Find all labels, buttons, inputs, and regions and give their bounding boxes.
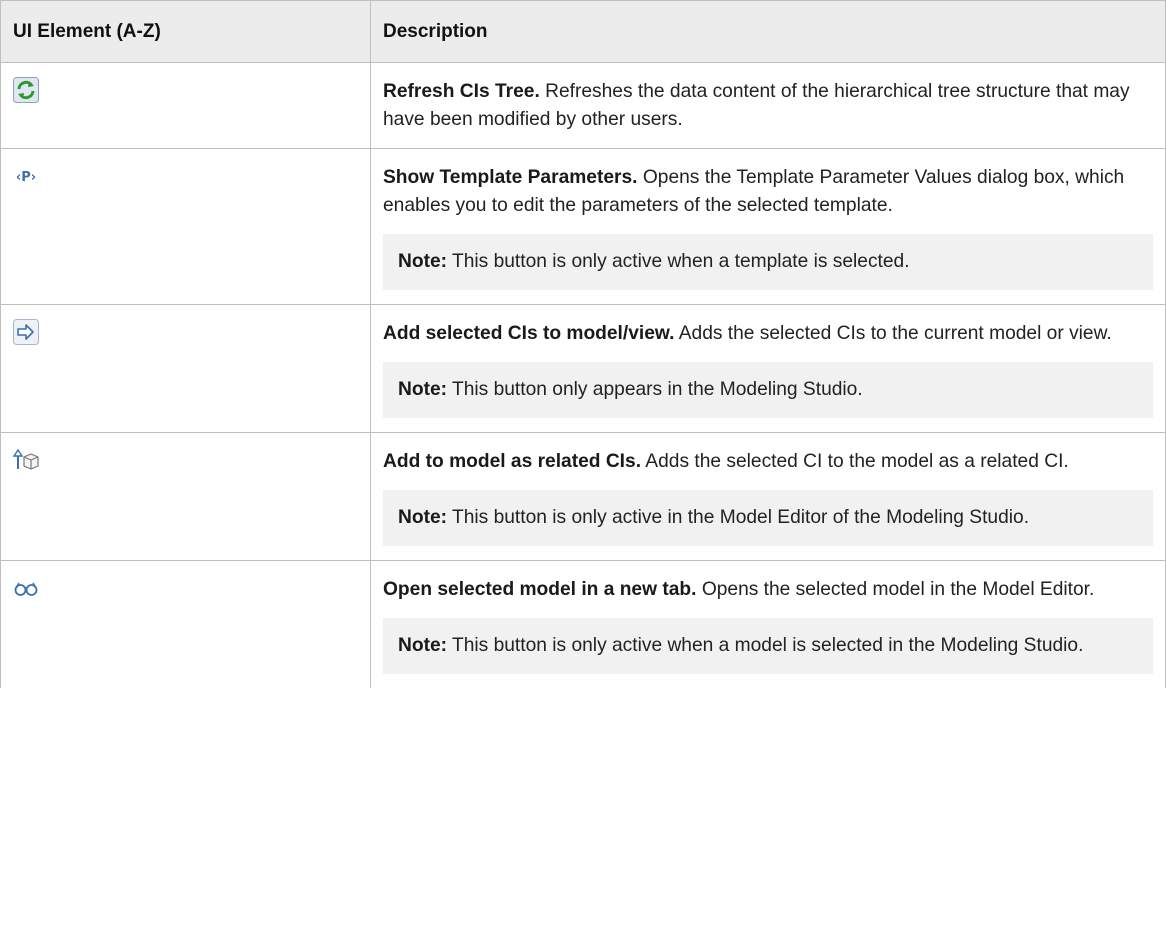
- description-text: Show Template Parameters. Opens the Temp…: [383, 164, 1153, 220]
- note-box: Note: This button is only active when a …: [383, 234, 1153, 290]
- glasses-icon[interactable]: [13, 575, 39, 601]
- description-cell: Show Template Parameters. Opens the Temp…: [370, 148, 1166, 305]
- note-text: This button is only active in the Model …: [447, 507, 1030, 528]
- icon-cell: [0, 62, 371, 149]
- description-cell: Open selected model in a new tab. Opens …: [370, 560, 1166, 688]
- table-row: Add to model as related CIs. Adds the se…: [0, 432, 1166, 561]
- description-text: Add selected CIs to model/view. Adds the…: [383, 320, 1153, 348]
- note-label: Note:: [398, 507, 448, 528]
- template-parameters-icon[interactable]: ‹P›: [13, 163, 39, 189]
- refresh-icon[interactable]: [13, 77, 39, 103]
- description-text: Add to model as related CIs. Adds the se…: [383, 448, 1153, 476]
- table-row: Refresh CIs Tree. Refreshes the data con…: [0, 62, 1166, 149]
- description-cell: Refresh CIs Tree. Refreshes the data con…: [370, 62, 1166, 149]
- note-label: Note:: [398, 635, 448, 656]
- note-box: Note: This button is only active when a …: [383, 618, 1153, 674]
- ui-elements-table: UI Element (A-Z) Description Refresh CIs…: [0, 0, 1166, 688]
- icon-cell: [0, 560, 371, 688]
- svg-text:‹P›: ‹P›: [16, 170, 36, 185]
- column-header-ui-element: UI Element (A-Z): [0, 0, 371, 63]
- icon-cell: [0, 432, 371, 561]
- note-text: This button only appears in the Modeling…: [447, 379, 863, 400]
- description-body: Adds the selected CIs to the current mod…: [674, 323, 1112, 344]
- icon-cell: ‹P›: [0, 148, 371, 305]
- note-box: Note: This button is only active in the …: [383, 490, 1153, 546]
- description-cell: Add to model as related CIs. Adds the se…: [370, 432, 1166, 561]
- description-text: Open selected model in a new tab. Opens …: [383, 576, 1153, 604]
- add-related-ci-icon[interactable]: [13, 447, 39, 473]
- description-body: Adds the selected CI to the model as a r…: [641, 451, 1069, 472]
- table-row: Add selected CIs to model/view. Adds the…: [0, 304, 1166, 433]
- note-text: This button is only active when a model …: [447, 635, 1084, 656]
- note-box: Note: This button only appears in the Mo…: [383, 362, 1153, 418]
- description-title: Add selected CIs to model/view.: [383, 323, 675, 344]
- description-title: Add to model as related CIs.: [383, 451, 642, 472]
- column-header-description: Description: [370, 0, 1166, 63]
- icon-cell: [0, 304, 371, 433]
- description-title: Show Template Parameters.: [383, 167, 638, 188]
- note-label: Note:: [398, 379, 448, 400]
- table-header-row: UI Element (A-Z) Description: [0, 0, 1166, 63]
- description-title: Open selected model in a new tab.: [383, 579, 697, 600]
- table-row: Open selected model in a new tab. Opens …: [0, 560, 1166, 688]
- table-row: ‹P› Show Template Parameters. Opens the …: [0, 148, 1166, 305]
- note-label: Note:: [398, 251, 448, 272]
- description-cell: Add selected CIs to model/view. Adds the…: [370, 304, 1166, 433]
- note-text: This button is only active when a templa…: [447, 251, 910, 272]
- arrow-right-icon[interactable]: [13, 319, 39, 345]
- description-title: Refresh CIs Tree.: [383, 81, 540, 102]
- description-text: Refresh CIs Tree. Refreshes the data con…: [383, 78, 1153, 134]
- description-body: Opens the selected model in the Model Ed…: [696, 579, 1095, 600]
